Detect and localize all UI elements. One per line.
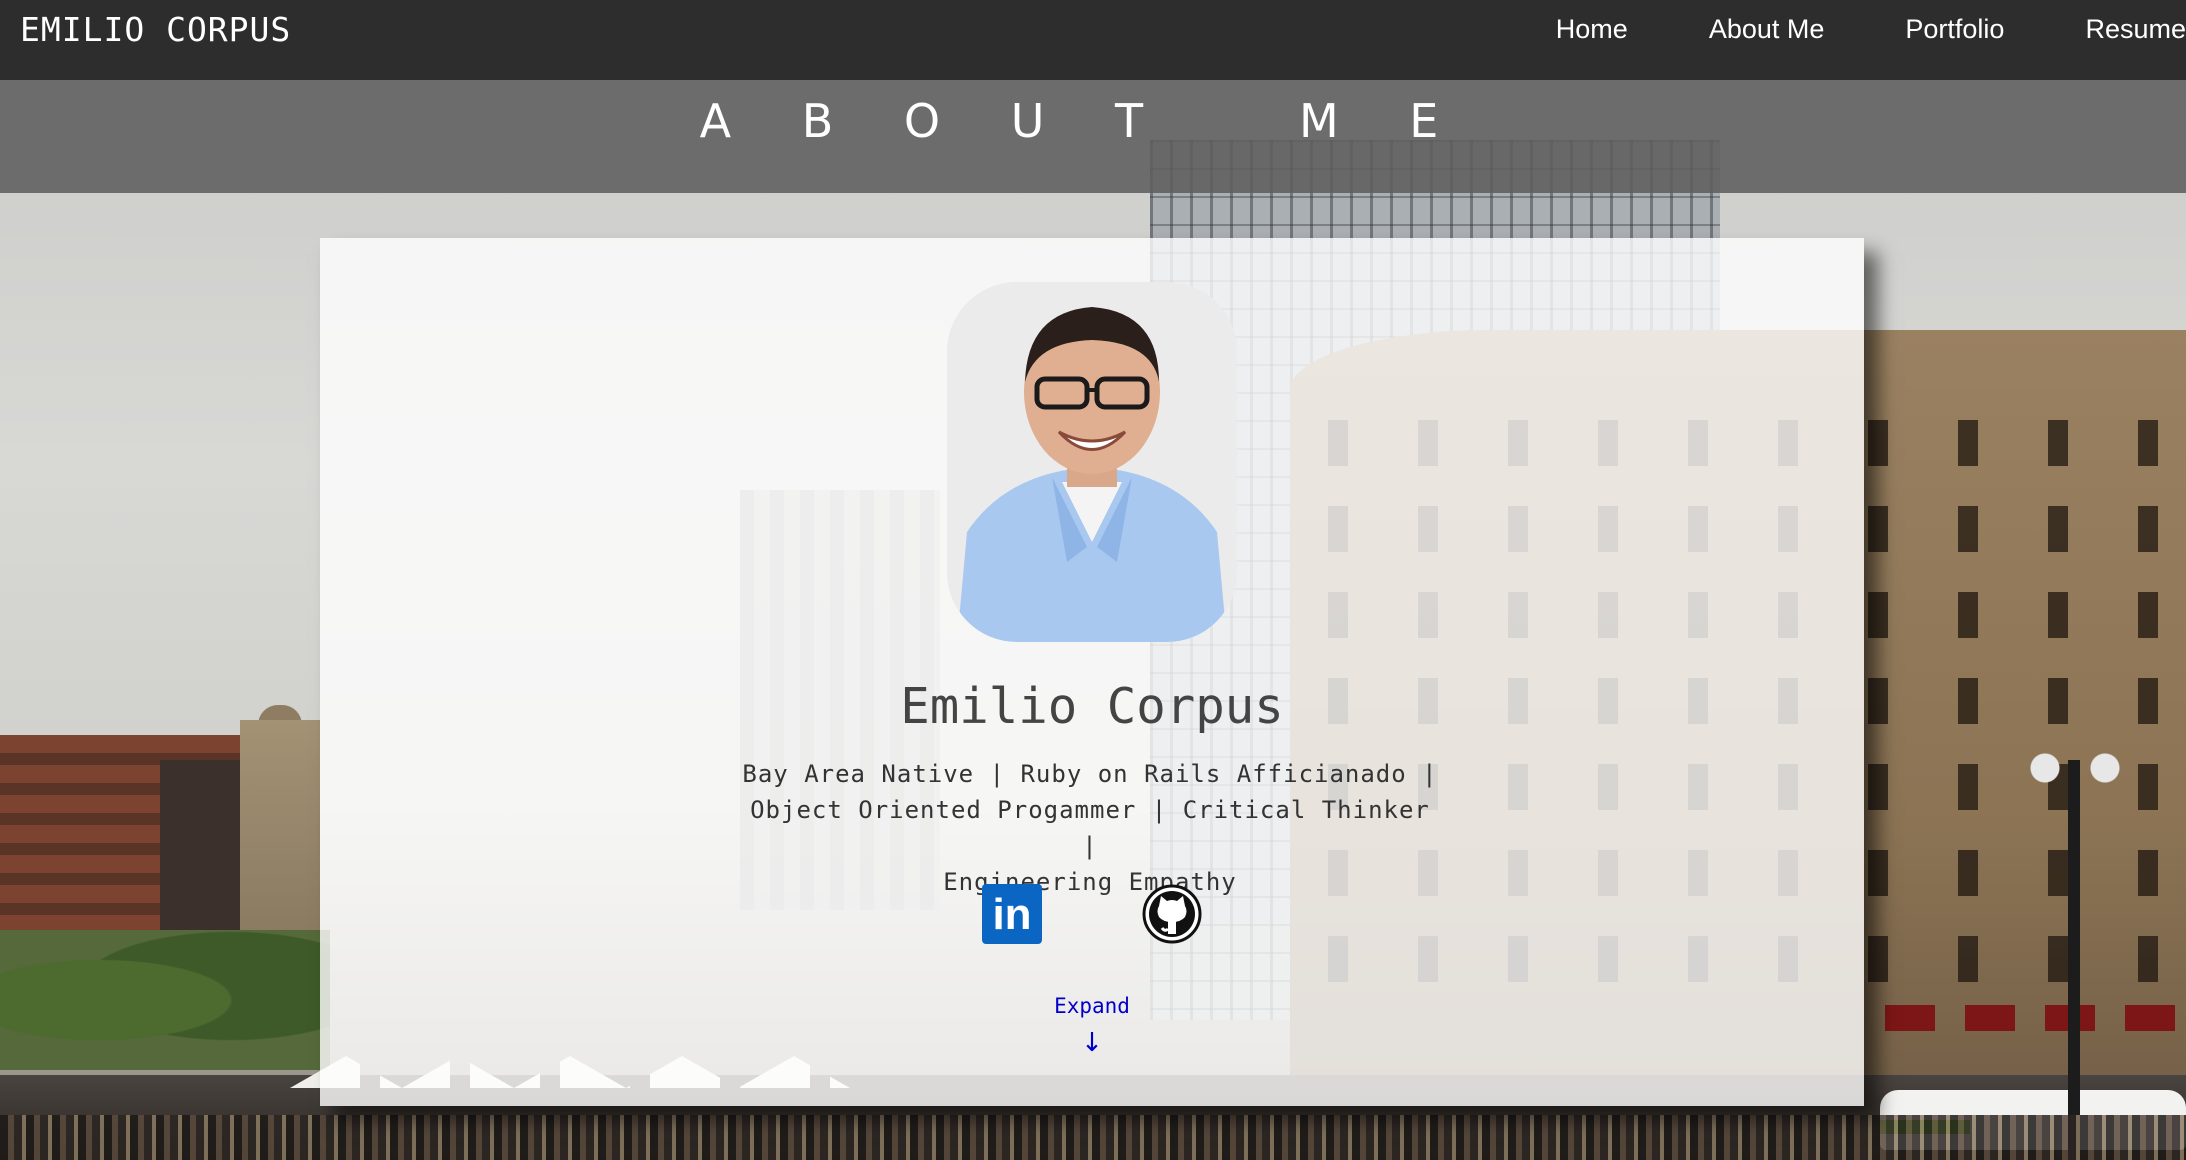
profile-name: Emilio Corpus	[900, 678, 1284, 735]
github-icon	[1142, 884, 1202, 944]
tagline-line: Bay Area Native | Ruby on Rails Affician…	[742, 760, 1438, 788]
tagline-line: Object Oriented Progammer | Critical Thi…	[750, 796, 1430, 860]
github-link[interactable]	[1142, 884, 1202, 944]
arrow-down-icon[interactable]: ↓	[320, 1028, 1864, 1058]
section-title: A B O U T M E	[0, 94, 2186, 148]
top-navbar: EMILIO CORPUS Home About Me Portfolio Re…	[0, 0, 2186, 80]
nav-links: Home About Me Portfolio Resume	[1556, 14, 2186, 45]
linkedin-link[interactable]: in	[982, 884, 1042, 944]
section-title-text: A B O U T M E	[699, 94, 1467, 148]
profile-photo	[947, 282, 1237, 642]
section-banner: A B O U T M E	[0, 80, 2186, 193]
nav-link-about-me[interactable]: About Me	[1709, 14, 1825, 45]
expand-link[interactable]: Expand	[320, 994, 1864, 1018]
tagline-line: Engineering Empathy	[943, 868, 1237, 896]
profile-tagline: Bay Area Native | Ruby on Rails Affician…	[740, 756, 1440, 900]
nav-link-portfolio[interactable]: Portfolio	[1905, 14, 2004, 45]
nav-link-resume[interactable]: Resume	[2085, 14, 2186, 45]
linkedin-icon: in	[992, 890, 1032, 939]
site-brand[interactable]: EMILIO CORPUS	[20, 10, 291, 49]
profile-card: Emilio Corpus Bay Area Native | Ruby on …	[320, 238, 1864, 1106]
nav-link-home[interactable]: Home	[1556, 14, 1628, 45]
